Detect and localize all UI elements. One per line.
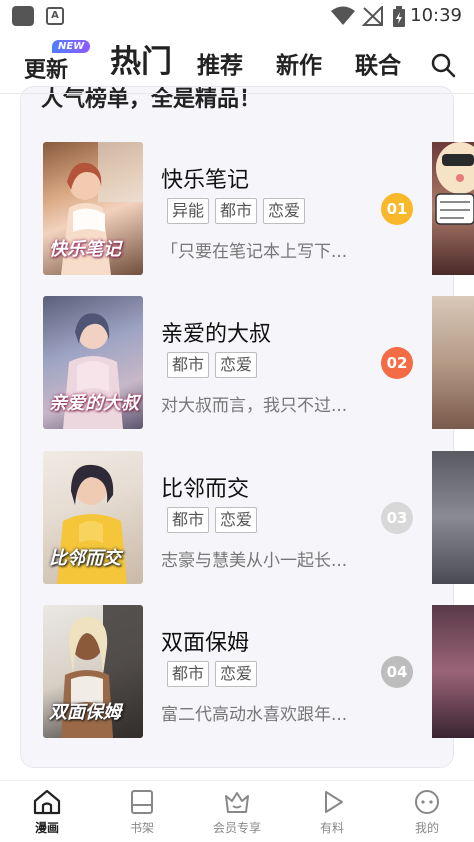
nav-comics[interactable]: 漫画 <box>12 787 82 836</box>
comic-cover[interactable]: 快乐笔记 <box>43 142 143 275</box>
next-column-cover[interactable] <box>432 296 474 429</box>
tag[interactable]: 都市 <box>167 661 210 687</box>
ranking-item[interactable]: 亲爱的大叔 亲爱的大叔 都市 恋爱 对大叔而言，我只不过... 02 <box>43 296 453 430</box>
nav-mine[interactable]: 我的 <box>392 787 462 836</box>
profile-icon <box>415 790 439 814</box>
next-column-cover[interactable] <box>432 605 474 738</box>
tab-hot[interactable]: 热门 <box>110 36 172 81</box>
comic-description: 志豪与慧美从小一起长... <box>161 551 348 571</box>
tag[interactable]: 恋爱 <box>215 661 258 687</box>
app-notification-icon <box>12 6 34 26</box>
nav-label: 漫画 <box>34 821 59 835</box>
nav-label: 有料 <box>319 821 344 835</box>
ranking-card: 人气榜单，全是精品！ 快乐笔记 快乐笔记 异能 都市 恋爱 「只要在笔记本上写下… <box>20 86 454 768</box>
home-icon <box>33 789 61 815</box>
next-column-cover[interactable] <box>432 451 474 584</box>
wifi-icon <box>331 6 355 25</box>
new-badge: NEW <box>52 40 91 53</box>
comic-description: 「只要在笔记本上写下... <box>161 242 348 262</box>
battery-icon <box>393 6 405 27</box>
tag[interactable]: 都市 <box>167 352 210 378</box>
tag-list: 都市 恋爱 <box>167 507 258 533</box>
floating-mascot-icon[interactable] <box>430 128 474 228</box>
rank-badge: 02 <box>381 347 413 379</box>
cover-title: 快乐笔记 <box>49 239 121 260</box>
comic-description: 富二代高动水喜欢跟年... <box>161 705 348 725</box>
search-icon[interactable] <box>430 52 456 78</box>
play-icon <box>325 791 343 813</box>
ranking-item[interactable]: 双面保姆 双面保姆 都市 恋爱 富二代高动水喜欢跟年... 04 <box>43 605 453 739</box>
bookshelf-icon <box>131 790 153 814</box>
tag[interactable]: 恋爱 <box>215 507 258 533</box>
header-divider <box>0 93 474 94</box>
nav-vip[interactable]: 会员专享 <box>202 787 272 836</box>
crown-icon <box>225 792 249 813</box>
bottom-nav: 漫画 书架 会员专享 有料 我的 <box>0 780 474 842</box>
ranking-item[interactable]: 比邻而交 比邻而交 都市 恋爱 志豪与慧美从小一起长... 03 <box>43 451 453 585</box>
comic-description: 对大叔而言，我只不过... <box>161 396 348 416</box>
comic-title[interactable]: 亲爱的大叔 <box>161 316 271 348</box>
comic-cover[interactable]: 比邻而交 <box>43 451 143 584</box>
ranking-item[interactable]: 快乐笔记 快乐笔记 异能 都市 恋爱 「只要在笔记本上写下... 01 <box>43 142 453 276</box>
top-tabs: 更新 NEW 热门 推荐 新作 联合 <box>0 32 474 94</box>
status-bar: A 10:39 <box>0 0 474 32</box>
status-time: 10:39 <box>410 5 462 26</box>
comic-cover[interactable]: 双面保姆 <box>43 605 143 738</box>
nav-label: 书架 <box>129 821 154 835</box>
tag[interactable]: 恋爱 <box>263 198 306 224</box>
comic-cover[interactable]: 亲爱的大叔 <box>43 296 143 429</box>
tab-joint[interactable]: 联合 <box>355 46 415 80</box>
tag[interactable]: 都市 <box>167 507 210 533</box>
tag-list: 都市 恋爱 <box>167 661 258 687</box>
tab-new-works[interactable]: 新作 <box>276 46 322 80</box>
nav-bookshelf[interactable]: 书架 <box>107 787 177 836</box>
tag[interactable]: 恋爱 <box>215 352 258 378</box>
tab-recommend[interactable]: 推荐 <box>197 46 243 80</box>
cover-title: 比邻而交 <box>49 548 121 569</box>
tag-list: 异能 都市 恋爱 <box>167 198 306 224</box>
rank-badge: 03 <box>381 502 413 534</box>
comic-title[interactable]: 双面保姆 <box>161 625 249 657</box>
rank-badge: 01 <box>381 193 413 225</box>
signal-icon <box>362 6 383 26</box>
ranking-title: 人气榜单，全是精品！ <box>41 87 262 112</box>
tag[interactable]: 异能 <box>167 198 210 224</box>
a-notification-icon: A <box>46 7 64 25</box>
nav-label: 我的 <box>414 821 439 835</box>
cover-title: 双面保姆 <box>49 702 121 723</box>
tag-list: 都市 恋爱 <box>167 352 258 378</box>
tab-update[interactable]: 更新 <box>24 52 68 84</box>
nav-fun[interactable]: 有料 <box>297 787 367 836</box>
rank-badge: 04 <box>381 656 413 688</box>
comic-title[interactable]: 快乐笔记 <box>161 162 249 194</box>
cover-title: 亲爱的大叔 <box>49 393 139 414</box>
tag[interactable]: 都市 <box>215 198 258 224</box>
nav-label: 会员专享 <box>212 821 261 835</box>
comic-title[interactable]: 比邻而交 <box>161 471 249 503</box>
